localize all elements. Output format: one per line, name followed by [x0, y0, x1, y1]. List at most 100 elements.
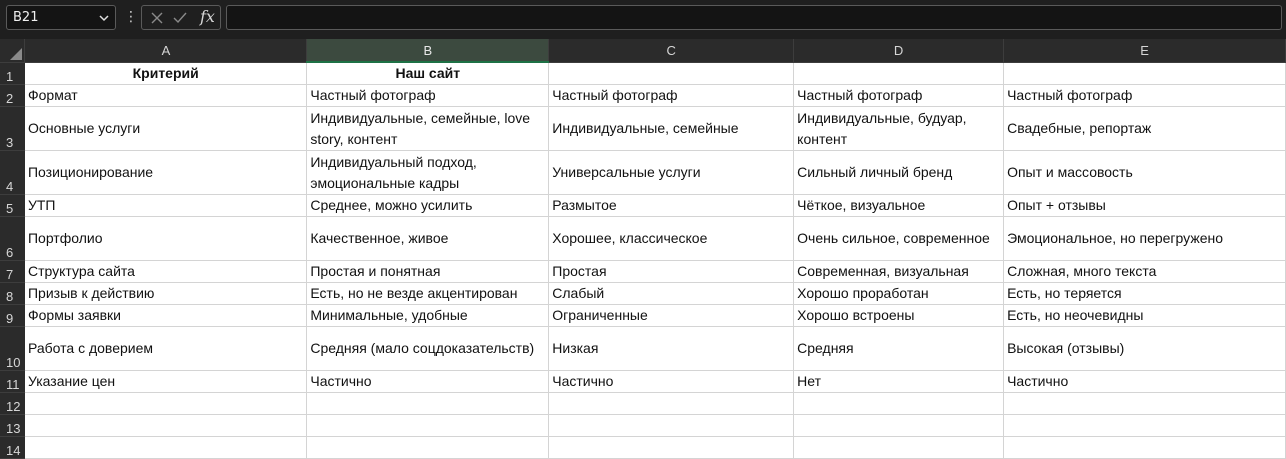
cancel-icon[interactable]	[150, 11, 164, 25]
cell-b6[interactable]: Качественное, живое	[306, 216, 550, 261]
cell-b8[interactable]: Есть, но не везде акцентирован	[306, 282, 550, 305]
cell-e4[interactable]: Опыт и массовость	[1003, 150, 1286, 195]
cell-b9[interactable]: Минимальные, удобные	[306, 304, 550, 327]
cell-c8[interactable]: Слабый	[548, 282, 795, 305]
spreadsheet-grid: A B C D E 1 Критерий Наш сайт 2 Формат Частны…	[0, 39, 1286, 459]
cell-c11[interactable]: Частично	[548, 370, 795, 393]
row-header[interactable]: 14	[0, 436, 25, 459]
cell-e6[interactable]: Эмоциональное, но перегружено	[1003, 216, 1286, 261]
formula-input[interactable]	[226, 5, 1282, 30]
cell-d2[interactable]: Частный фотограф	[793, 84, 1005, 107]
cell-c10[interactable]: Низкая	[548, 326, 795, 371]
cell-c3[interactable]: Индивидуальные, семейные	[548, 106, 795, 151]
cell-d8[interactable]: Хорошо проработан	[793, 282, 1005, 305]
chevron-down-icon[interactable]	[99, 14, 109, 22]
header-cell-b[interactable]: Наш сайт	[306, 62, 550, 85]
cell-a12[interactable]	[24, 392, 308, 415]
cell-b2[interactable]: Частный фотограф	[306, 84, 550, 107]
cell-e10[interactable]: Высокая (отзывы)	[1003, 326, 1286, 371]
row-header[interactable]: 9	[0, 304, 25, 327]
cell-a2[interactable]: Формат	[24, 84, 308, 107]
row-header[interactable]: 8	[0, 282, 25, 305]
row-header[interactable]: 13	[0, 414, 25, 437]
cell-d6[interactable]: Очень сильное, современное	[793, 216, 1005, 261]
cell-c6[interactable]: Хорошее, классическое	[548, 216, 795, 261]
row-header[interactable]: 11	[0, 370, 25, 393]
cell-d13[interactable]	[793, 414, 1005, 437]
row-header[interactable]: 2	[0, 84, 25, 107]
cell-b10[interactable]: Средняя (мало соцдоказательств)	[306, 326, 550, 371]
row-header[interactable]: 6	[0, 216, 25, 261]
cell-e2[interactable]: Частный фотограф	[1003, 84, 1286, 107]
cell-b13[interactable]	[306, 414, 550, 437]
cell-e11[interactable]: Частично	[1003, 370, 1286, 393]
table-row: 5 УТП Среднее, можно усилить Размытое Чёткое…	[0, 194, 1286, 217]
row-header[interactable]: 7	[0, 260, 25, 283]
row-header[interactable]: 10	[0, 326, 25, 371]
cell-c5[interactable]: Размытое	[548, 194, 795, 217]
cell-e12[interactable]	[1003, 392, 1286, 415]
cell-b7[interactable]: Простая и понятная	[306, 260, 550, 283]
cell-a3[interactable]: Основные услуги	[24, 106, 308, 151]
cell-c9[interactable]: Ограниченные	[548, 304, 795, 327]
select-all-corner[interactable]	[0, 39, 26, 63]
name-box[interactable]: B21	[6, 5, 116, 30]
cell-a4[interactable]: Позиционирование	[24, 150, 308, 195]
cell-c14[interactable]	[548, 436, 795, 459]
cell-d7[interactable]: Современная, визуальная	[793, 260, 1005, 283]
cell-c2[interactable]: Частный фотограф	[548, 84, 795, 107]
table-row: 1 Критерий Наш сайт	[0, 62, 1286, 85]
cell-b12[interactable]	[306, 392, 550, 415]
cell-e9[interactable]: Есть, но неочевидны	[1003, 304, 1286, 327]
column-header-e[interactable]: E	[1003, 39, 1286, 63]
cell-b4[interactable]: Индивидуальный подход, эмоциональные кад…	[306, 150, 550, 195]
cell-d12[interactable]	[793, 392, 1005, 415]
row-header[interactable]: 12	[0, 392, 25, 415]
column-header-c[interactable]: C	[548, 39, 795, 63]
cell-a8[interactable]: Призыв к действию	[24, 282, 308, 305]
cell-e5[interactable]: Опыт + отзывы	[1003, 194, 1286, 217]
column-header-a[interactable]: A	[24, 39, 308, 63]
cell-d9[interactable]: Хорошо встроены	[793, 304, 1005, 327]
cell-a7[interactable]: Структура сайта	[24, 260, 308, 283]
row-header[interactable]: 3	[0, 106, 25, 151]
confirm-check-icon[interactable]	[173, 11, 187, 25]
row-header[interactable]: 1	[0, 62, 25, 85]
cell-c12[interactable]	[548, 392, 795, 415]
cell-b3[interactable]: Индивидуальные, семейные, love story, ко…	[306, 106, 550, 151]
header-cell-e[interactable]	[1003, 62, 1286, 85]
cell-e8[interactable]: Есть, но теряется	[1003, 282, 1286, 305]
column-header-d[interactable]: D	[793, 39, 1005, 63]
cell-a9[interactable]: Формы заявки	[24, 304, 308, 327]
cell-d11[interactable]: Нет	[793, 370, 1005, 393]
cell-e13[interactable]	[1003, 414, 1286, 437]
cell-d14[interactable]	[793, 436, 1005, 459]
insert-function-button[interactable]: fx	[200, 7, 215, 26]
cell-c13[interactable]	[548, 414, 795, 437]
cell-d4[interactable]: Сильный личный бренд	[793, 150, 1005, 195]
cell-b5[interactable]: Среднее, можно усилить	[306, 194, 550, 217]
cell-a11[interactable]: Указание цен	[24, 370, 308, 393]
row-header[interactable]: 5	[0, 194, 25, 217]
cell-e3[interactable]: Свадебные, репортаж	[1003, 106, 1286, 151]
more-options-icon[interactable]: ⋮	[124, 9, 138, 25]
cell-d5[interactable]: Чёткое, визуальное	[793, 194, 1005, 217]
cell-a5[interactable]: УТП	[24, 194, 308, 217]
column-header-b[interactable]: B	[306, 39, 550, 63]
header-cell-a[interactable]: Критерий	[24, 62, 308, 85]
cell-b11[interactable]: Частично	[306, 370, 550, 393]
cell-c4[interactable]: Универсальные услуги	[548, 150, 795, 195]
cell-d3[interactable]: Индивидуальные, будуар, контент	[793, 106, 1005, 151]
row-header[interactable]: 4	[0, 150, 25, 195]
header-cell-d[interactable]	[793, 62, 1005, 85]
cell-a14[interactable]	[24, 436, 308, 459]
cell-a13[interactable]	[24, 414, 308, 437]
cell-a10[interactable]: Работа с доверием	[24, 326, 308, 371]
cell-d10[interactable]: Средняя	[793, 326, 1005, 371]
header-cell-c[interactable]	[548, 62, 795, 85]
cell-a6[interactable]: Портфолио	[24, 216, 308, 261]
cell-b14[interactable]	[306, 436, 550, 459]
cell-e14[interactable]	[1003, 436, 1286, 459]
cell-c7[interactable]: Простая	[548, 260, 795, 283]
cell-e7[interactable]: Сложная, много текста	[1003, 260, 1286, 283]
